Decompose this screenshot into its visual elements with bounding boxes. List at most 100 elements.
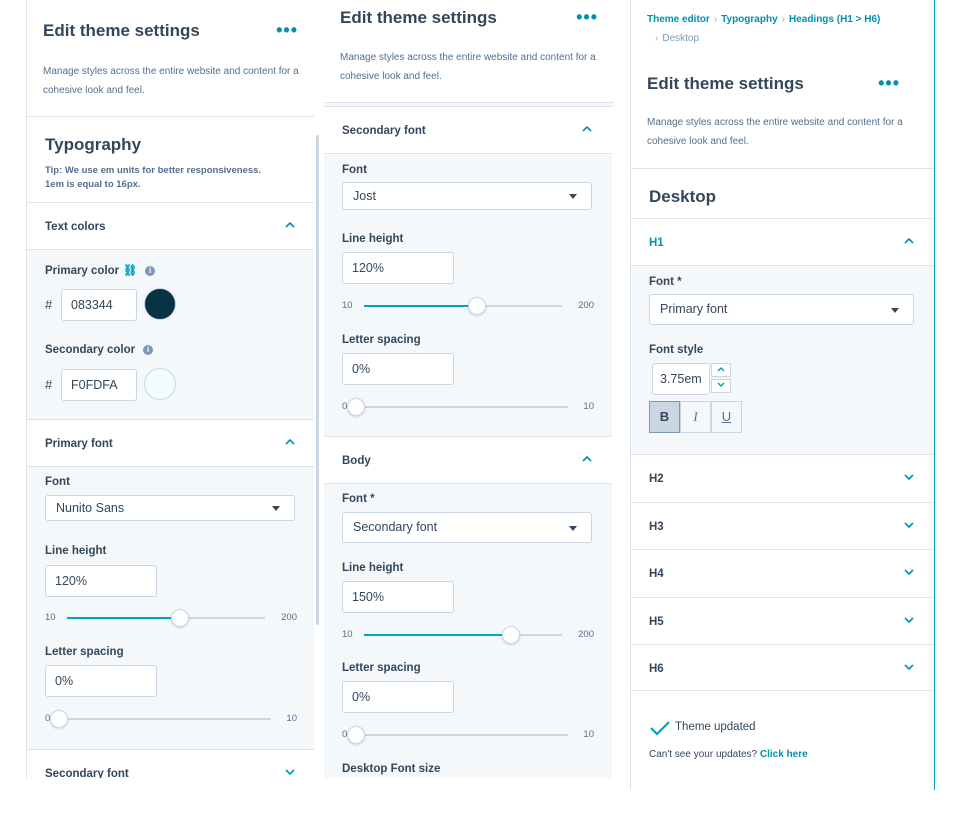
- breadcrumb: Theme editor › Typography › Headings (H1 > H…: [647, 10, 927, 48]
- letter-spacing-slider[interactable]: 0 10: [342, 725, 594, 745]
- section-title: Typography: [45, 135, 142, 154]
- slider-thumb[interactable]: [170, 609, 189, 627]
- chevron-up-icon: [283, 435, 297, 449]
- primary-font-body: Font Nunito Sans Line height 120% 10 200…: [27, 466, 314, 749]
- heading-accordion-h4[interactable]: H4: [631, 549, 934, 597]
- font-select-value: Primary font: [660, 302, 728, 316]
- line-height-label: Line height: [342, 562, 404, 574]
- primary-color-input[interactable]: 083344: [61, 289, 137, 321]
- panel-title: Edit theme settings: [43, 21, 200, 40]
- secondary-font-accordion[interactable]: Secondary font: [324, 106, 612, 154]
- slider-max: 10: [583, 729, 594, 740]
- slider-max: 200: [281, 612, 297, 623]
- slider-min: 10: [45, 612, 56, 623]
- line-height-input[interactable]: 120%: [342, 252, 454, 284]
- heading-accordion-h3[interactable]: H3: [631, 501, 934, 550]
- letter-spacing-slider[interactable]: 0 10: [342, 397, 594, 417]
- panel-description: Manage styles across the entire website …: [340, 52, 596, 82]
- breadcrumb-theme-editor[interactable]: Theme editor: [647, 14, 710, 25]
- caret-down-icon: [272, 506, 280, 511]
- slider-thumb[interactable]: [347, 398, 365, 416]
- italic-button[interactable]: I: [680, 401, 711, 433]
- slider-thumb[interactable]: [467, 297, 486, 315]
- secondary-color-input[interactable]: F0FDFA: [61, 369, 137, 401]
- chevron-down-icon: [902, 660, 916, 674]
- panel-title: Edit theme settings: [340, 8, 497, 27]
- slider-max: 10: [286, 713, 297, 724]
- chevron-up-icon: [580, 452, 594, 466]
- slider-track: [59, 718, 271, 720]
- body-font-body: Font * Secondary font Line height 150% 1…: [324, 483, 612, 778]
- section-title: Desktop: [649, 187, 717, 206]
- more-options-button[interactable]: •••: [878, 73, 900, 94]
- tip-line-2: 1em is equal to 16px.: [45, 179, 141, 190]
- font-select[interactable]: Jost: [342, 182, 592, 210]
- slider-thumb[interactable]: [50, 710, 68, 728]
- slider-min: 10: [342, 629, 353, 640]
- h1-body: Font * Primary font Font style 3.75em B …: [631, 265, 934, 454]
- heading-accordion-h5[interactable]: H5: [631, 596, 934, 645]
- hash-symbol: #: [45, 297, 53, 312]
- underline-button[interactable]: U: [711, 401, 742, 433]
- font-select-value: Secondary font: [353, 520, 438, 534]
- chevron-down-icon: [902, 470, 916, 484]
- line-height-slider[interactable]: 10 200: [342, 296, 594, 316]
- body-accordion[interactable]: Body: [324, 436, 612, 484]
- info-icon[interactable]: i: [145, 265, 156, 276]
- font-select[interactable]: Primary font: [649, 294, 914, 325]
- scrollbar[interactable]: [316, 135, 319, 625]
- slider-thumb[interactable]: [501, 626, 520, 644]
- info-icon[interactable]: i: [143, 344, 154, 355]
- font-size-input[interactable]: 3.75em: [652, 363, 710, 395]
- font-label: Font: [45, 476, 70, 488]
- heading-accordion-h6[interactable]: H6: [631, 644, 934, 692]
- line-height-input[interactable]: 120%: [45, 565, 157, 597]
- increment-button[interactable]: [711, 363, 731, 377]
- primary-color-swatch[interactable]: [144, 288, 176, 320]
- typography-section-header: Typography Tip: We use em units for bett…: [27, 116, 314, 202]
- breadcrumb-headings[interactable]: Headings (H1 > H6): [789, 14, 880, 25]
- letter-spacing-input[interactable]: 0%: [342, 353, 454, 385]
- font-select[interactable]: Nunito Sans: [45, 495, 295, 521]
- h1-accordion[interactable]: H1: [631, 218, 934, 266]
- primary-font-accordion[interactable]: Primary font: [27, 419, 314, 467]
- secondary-color-swatch[interactable]: [144, 368, 176, 400]
- decrement-button[interactable]: [711, 379, 731, 393]
- slider-thumb[interactable]: [347, 726, 365, 744]
- breadcrumb-typography[interactable]: Typography: [721, 14, 777, 25]
- chevron-up-icon: [580, 122, 594, 136]
- slider-fill: [67, 617, 180, 619]
- text-colors-accordion[interactable]: Text colors: [27, 202, 314, 250]
- font-label: Font *: [649, 276, 682, 288]
- panel-description: Manage styles across the entire website …: [43, 66, 299, 96]
- note-text: Can't see your updates?: [649, 749, 758, 760]
- letter-spacing-slider[interactable]: 0 10: [45, 709, 297, 729]
- more-options-button[interactable]: •••: [276, 20, 298, 41]
- letter-spacing-input[interactable]: 0%: [45, 665, 157, 697]
- line-height-label: Line height: [45, 545, 107, 557]
- line-height-slider[interactable]: 10 200: [342, 625, 594, 645]
- font-label: Font: [342, 164, 367, 176]
- breadcrumb-separator-icon: ›: [655, 33, 659, 44]
- breadcrumb-separator-icon: ›: [713, 14, 718, 25]
- more-options-button[interactable]: •••: [576, 7, 598, 28]
- panel-description: Manage styles across the entire website …: [647, 117, 903, 147]
- caret-down-icon: [569, 526, 577, 531]
- panel-title: Edit theme settings: [647, 74, 804, 93]
- slider-fill: [364, 634, 511, 636]
- divider: [631, 690, 934, 691]
- line-height-slider[interactable]: 10 200: [45, 608, 297, 628]
- heading-accordion-h2[interactable]: H2: [631, 454, 934, 502]
- secondary-font-accordion[interactable]: Secondary font: [27, 749, 314, 778]
- bold-button[interactable]: B: [649, 401, 680, 433]
- breadcrumb-desktop: Desktop: [662, 33, 700, 44]
- accordion-label: H5: [649, 615, 664, 628]
- line-height-input[interactable]: 150%: [342, 581, 454, 613]
- body-font-select[interactable]: Secondary font: [342, 512, 592, 543]
- slider-fill: [364, 305, 477, 307]
- link-icon[interactable]: ⛓: [123, 264, 137, 277]
- click-here-link[interactable]: Click here: [760, 749, 808, 760]
- caret-down-icon: [569, 194, 577, 199]
- letter-spacing-input[interactable]: 0%: [342, 681, 454, 713]
- panel-header: Edit theme settings ••• Manage styles ac…: [324, 0, 614, 104]
